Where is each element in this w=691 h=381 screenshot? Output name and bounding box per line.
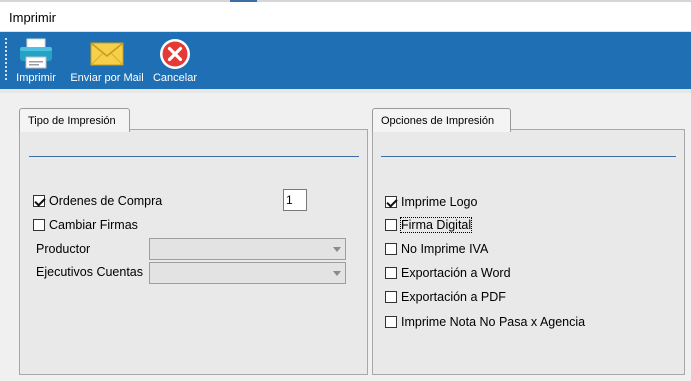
exportacion-pdf-box[interactable] (385, 291, 397, 303)
opcion-exportacion-pdf[interactable]: Exportación a PDF (385, 290, 506, 304)
copies-input[interactable]: 1 (283, 189, 307, 211)
exportacion-word-label: Exportación a Word (401, 266, 511, 280)
opcion-exportacion-word[interactable]: Exportación a Word (385, 266, 511, 280)
exportacion-pdf-label: Exportación a PDF (401, 290, 506, 304)
tab-opciones-impresion-label: Opciones de Impresión (381, 115, 495, 127)
cancel-button[interactable]: Cancelar (151, 36, 199, 86)
print-button-label: Imprimir (16, 72, 56, 84)
imprime-logo-box[interactable] (385, 196, 397, 208)
toolbar: Imprimir Enviar por Mail Cancelar (0, 32, 691, 89)
title-bar: Imprimir (0, 2, 691, 32)
productor-label: Productor (36, 242, 91, 256)
ordenes-compra-box[interactable] (33, 195, 45, 207)
opciones-separator (381, 156, 676, 157)
cancel-button-label: Cancelar (152, 72, 198, 84)
window-title: Imprimir (9, 10, 56, 25)
exportacion-word-box[interactable] (385, 267, 397, 279)
print-button[interactable]: Imprimir (12, 36, 60, 86)
opcion-imprime-logo[interactable]: Imprime Logo (385, 195, 477, 209)
ejecutivos-select[interactable] (149, 262, 346, 284)
printer-icon (18, 38, 54, 70)
envelope-icon (89, 38, 125, 70)
chevron-down-icon (333, 271, 341, 276)
no-imprime-iva-label: No Imprime IVA (401, 242, 489, 256)
imprime-nota-box[interactable] (385, 316, 397, 328)
tab-opciones-impresion[interactable]: Opciones de Impresión (372, 108, 511, 132)
tab-tipo-impresion-label: Tipo de Impresión (28, 115, 116, 127)
cambiar-firmas-box[interactable] (33, 219, 45, 231)
tipo-separator (29, 156, 359, 157)
send-mail-button-label: Enviar por Mail (70, 72, 144, 84)
imprime-logo-label: Imprime Logo (401, 195, 478, 209)
tab-tipo-impresion[interactable]: Tipo de Impresión (19, 108, 130, 132)
firma-digital-label: Firma Digital (399, 217, 473, 233)
productor-select[interactable] (149, 238, 346, 260)
firma-digital-box[interactable] (385, 219, 397, 231)
toolbar-grip[interactable] (5, 38, 7, 80)
ordenes-compra-checkbox[interactable]: Ordenes de Compra (33, 194, 162, 208)
cambiar-firmas-checkbox[interactable]: Cambiar Firmas (33, 218, 138, 232)
ejecutivos-label: Ejecutivos Cuentas (36, 265, 144, 279)
no-imprime-iva-box[interactable] (385, 243, 397, 255)
cancel-icon (157, 38, 193, 70)
ordenes-compra-label: Ordenes de Compra (49, 194, 163, 208)
send-mail-button[interactable]: Enviar por Mail (68, 36, 146, 86)
cambiar-firmas-label: Cambiar Firmas (49, 218, 138, 232)
imprime-nota-label: Imprime Nota No Pasa x Agencia (401, 315, 586, 329)
chevron-down-icon (333, 247, 341, 252)
opcion-imprime-nota[interactable]: Imprime Nota No Pasa x Agencia (385, 315, 585, 329)
opcion-firma-digital[interactable]: Firma Digital (385, 217, 473, 233)
opcion-no-imprime-iva[interactable]: No Imprime IVA (385, 242, 488, 256)
